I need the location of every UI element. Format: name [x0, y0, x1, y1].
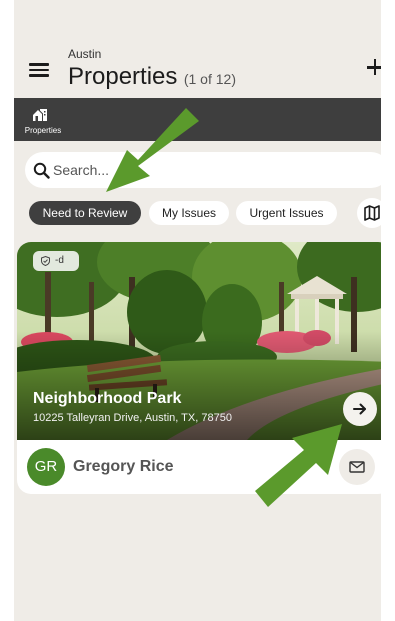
nav-bar: Properties	[14, 98, 381, 141]
map-icon	[364, 205, 380, 221]
app-screen: Austin Properties (1 of 12) Properties N…	[14, 0, 381, 621]
nav-item-properties[interactable]: Properties	[20, 104, 61, 136]
page-title-row: Properties (1 of 12)	[68, 63, 236, 91]
shield-check-icon	[41, 256, 50, 266]
hamburger-menu-icon[interactable]	[29, 60, 51, 78]
owner-name: Gregory Rice	[73, 458, 174, 475]
search-bar[interactable]	[25, 152, 381, 188]
message-button[interactable]	[339, 449, 375, 485]
status-badge: -d	[33, 251, 79, 271]
header: Austin Properties (1 of 12)	[14, 0, 381, 98]
property-address: 10225 Talleyran Drive, Austin, TX, 78750	[33, 412, 232, 424]
city-label: Austin	[68, 47, 102, 61]
search-input[interactable]	[53, 158, 373, 182]
properties-icon	[33, 109, 47, 121]
property-card[interactable]: -d Neighborhood Park 10225 Talleyran Dri…	[17, 242, 381, 494]
property-count: (1 of 12)	[183, 71, 236, 87]
avatar: GR	[27, 448, 65, 486]
add-property-button[interactable]	[367, 56, 381, 78]
filter-chip-need-to-review[interactable]: Need to Review	[29, 201, 141, 225]
arrow-right-icon	[353, 403, 366, 415]
page-title: Properties	[68, 63, 178, 90]
map-view-button[interactable]	[357, 198, 381, 228]
filter-chip-my-issues[interactable]: My Issues	[149, 201, 229, 225]
filter-chip-urgent-issues[interactable]: Urgent Issues	[236, 201, 337, 225]
nav-item-label: Properties	[24, 126, 62, 135]
open-property-button[interactable]	[343, 392, 377, 426]
badge-text: -d	[55, 255, 64, 266]
park-photo	[17, 242, 381, 440]
property-name: Neighborhood Park	[33, 390, 182, 407]
property-photo: -d Neighborhood Park 10225 Talleyran Dri…	[17, 242, 381, 440]
mail-icon	[349, 461, 365, 473]
search-icon	[33, 162, 50, 179]
